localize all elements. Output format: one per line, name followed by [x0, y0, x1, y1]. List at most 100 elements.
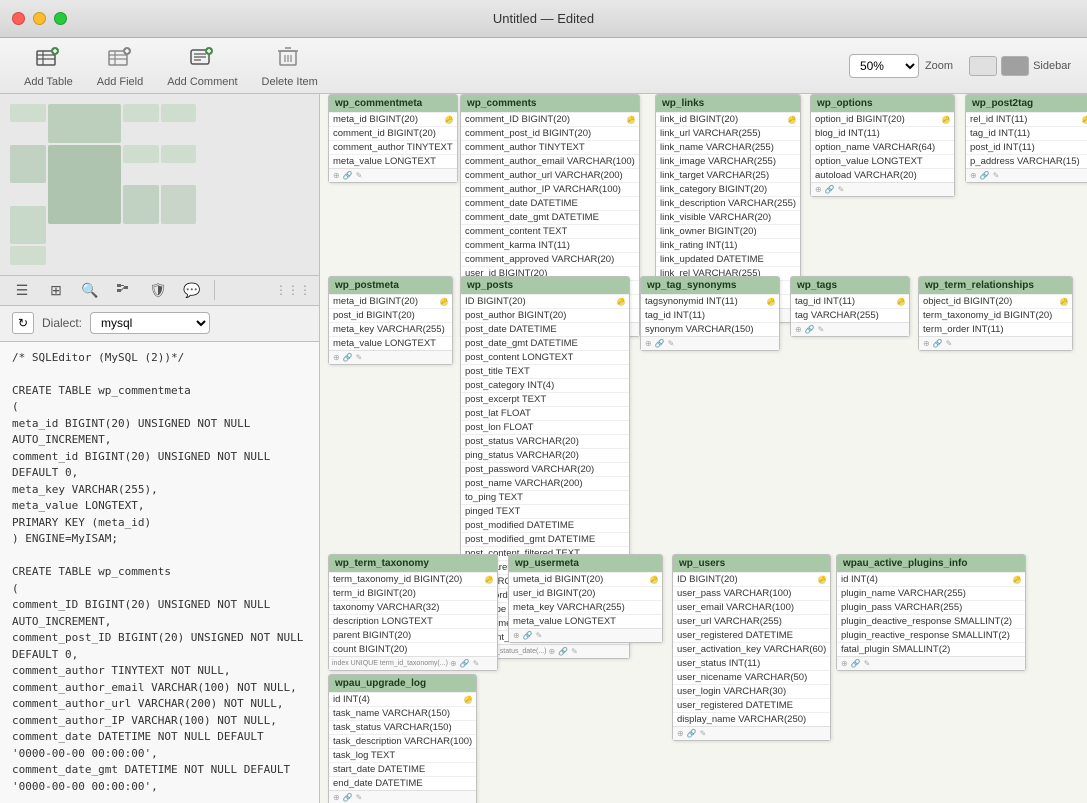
- table-row: post_date DATETIME: [461, 322, 629, 336]
- zoom-select[interactable]: 50% 75% 100%: [849, 54, 919, 78]
- table-row: link_name VARCHAR(255): [656, 140, 800, 154]
- zoom-label: Zoom: [925, 60, 953, 72]
- zoom-control: 50% 75% 100% Zoom: [849, 54, 953, 78]
- table-row: post_date_gmt DATETIME: [461, 336, 629, 350]
- table-wp-post2tag[interactable]: wp_post2tag rel_id INT(11)🔑 tag_id INT(1…: [965, 94, 1087, 183]
- table-row: post_category INT(4): [461, 378, 629, 392]
- table-row: user_activation_key VARCHAR(60): [673, 642, 830, 656]
- table-row: user_registered DATETIME: [673, 628, 830, 642]
- preview-table-10: [123, 185, 159, 224]
- delete-item-label: Delete Item: [262, 76, 318, 88]
- table-row: comment_approved VARCHAR(20): [461, 252, 639, 266]
- table-row: tag_id INT(11)🔑: [791, 294, 909, 308]
- table-row: end_date DATETIME: [329, 776, 476, 790]
- table-wpau-active-plugins-info[interactable]: wpau_active_plugins_info id INT(4)🔑 plug…: [836, 554, 1026, 671]
- add-table-label: Add Table: [24, 76, 73, 88]
- table-row: link_description VARCHAR(255): [656, 196, 800, 210]
- minimize-button[interactable]: [33, 12, 46, 25]
- add-field-label: Add Field: [97, 76, 143, 88]
- table-row: plugin_pass VARCHAR(255): [837, 600, 1025, 614]
- table-row: post_status VARCHAR(20): [461, 434, 629, 448]
- table-row: rel_id INT(11)🔑: [966, 112, 1087, 126]
- table-row: comment_post_id BIGINT(20): [461, 126, 639, 140]
- table-row: comment_date_gmt DATETIME: [461, 210, 639, 224]
- dialect-label: Dialect:: [42, 316, 82, 330]
- sidebar-toggle-left[interactable]: [969, 56, 997, 76]
- maximize-button[interactable]: [54, 12, 67, 25]
- add-table-icon: [34, 44, 62, 72]
- preview-table-12: [10, 246, 46, 264]
- main-content: ☰ ⊞ 🔍 🛡 💬 ⋮⋮⋮ ↻ Dialect:: [0, 94, 1087, 803]
- toolbar: Add Table Add Field: [0, 38, 1087, 94]
- table-row: umeta_id BIGINT(20)🔑: [509, 572, 662, 586]
- table-row: task_status VARCHAR(150): [329, 720, 476, 734]
- table-wp-users[interactable]: wp_users ID BIGINT(20)🔑 user_pass VARCHA…: [672, 554, 831, 741]
- table-header-wp-term-taxonomy: wp_term_taxonomy: [329, 555, 497, 572]
- preview-table-7: [123, 145, 159, 163]
- table-header-wp-users: wp_users: [673, 555, 830, 572]
- toolbar-right: 50% 75% 100% Zoom Sidebar: [849, 54, 1071, 78]
- table-header-wp-tag-synonyms: wp_tag_synonyms: [641, 277, 779, 294]
- table-row: user_status INT(11): [673, 656, 830, 670]
- table-row: start_date DATETIME: [329, 762, 476, 776]
- close-button[interactable]: [12, 12, 25, 25]
- add-field-icon: [106, 44, 134, 72]
- resize-handle[interactable]: ⋮⋮⋮: [275, 283, 311, 297]
- table-wp-term-relationships[interactable]: wp_term_relationships object_id BIGINT(2…: [918, 276, 1073, 351]
- sql-text: /* SQLEditor (MySQL (2))*/ CREATE TABLE …: [12, 350, 307, 796]
- table-row: user_registered DATETIME: [673, 698, 830, 712]
- table-footer: ⊕🔗✎: [811, 182, 954, 196]
- list-view-icon[interactable]: ☰: [8, 276, 36, 304]
- table-wp-tags[interactable]: wp_tags tag_id INT(11)🔑 tag VARCHAR(255)…: [790, 276, 910, 337]
- dialect-select[interactable]: mysql postgresql sqlite: [90, 312, 210, 334]
- preview-table-1: [10, 104, 46, 122]
- delete-item-icon: [276, 44, 304, 72]
- diagram-panel[interactable]: wp_commentmeta meta_id BIGINT(20)🔑 comme…: [320, 94, 1087, 803]
- table-row: task_description VARCHAR(100): [329, 734, 476, 748]
- table-row: comment_date DATETIME: [461, 196, 639, 210]
- add-table-button[interactable]: Add Table: [16, 40, 81, 92]
- table-row: post_lat FLOAT: [461, 406, 629, 420]
- sidebar-toggle-right[interactable]: [1001, 56, 1029, 76]
- table-wp-tag-synonyms[interactable]: wp_tag_synonyms tagsynonymid INT(11)🔑 ta…: [640, 276, 780, 351]
- shield-icon[interactable]: 🛡: [144, 276, 172, 304]
- table-wp-options[interactable]: wp_options option_id BIGINT(20)🔑 blog_id…: [810, 94, 955, 197]
- table-wp-postmeta[interactable]: wp_postmeta meta_id BIGINT(20)🔑 post_id …: [328, 276, 453, 365]
- titlebar-buttons: [12, 12, 67, 25]
- hierarchy-icon[interactable]: [110, 276, 138, 304]
- window-title: Untitled — Edited: [493, 11, 594, 26]
- table-row: link_category BIGINT(20): [656, 182, 800, 196]
- table-row: pinged TEXT: [461, 504, 629, 518]
- table-row: comment_karma INT(11): [461, 238, 639, 252]
- table-row: comment_author_url VARCHAR(200): [461, 168, 639, 182]
- table-row: fatal_plugin SMALLINT(2): [837, 642, 1025, 656]
- comment-icon[interactable]: 💬: [178, 276, 206, 304]
- search-icon[interactable]: 🔍: [76, 276, 104, 304]
- table-row: meta_value LONGTEXT: [329, 154, 457, 168]
- refresh-button[interactable]: ↻: [12, 312, 34, 334]
- table-row: task_name VARCHAR(150): [329, 706, 476, 720]
- table-footer: ⊕🔗✎: [673, 726, 830, 740]
- table-row: tag_id INT(11): [966, 126, 1087, 140]
- table-row: parent BIGINT(20): [329, 628, 497, 642]
- table-wp-term-taxonomy[interactable]: wp_term_taxonomy term_taxonomy_id BIGINT…: [328, 554, 498, 671]
- table-row: comment_author_email VARCHAR(100): [461, 154, 639, 168]
- table-row: link_rating INT(11): [656, 238, 800, 252]
- table-row: comment_author TINYTEXT: [329, 140, 457, 154]
- table-wp-commentmeta[interactable]: wp_commentmeta meta_id BIGINT(20)🔑 comme…: [328, 94, 458, 183]
- table-row: ID BIGINT(20)🔑: [673, 572, 830, 586]
- table-row: plugin_name VARCHAR(255): [837, 586, 1025, 600]
- table-row: to_ping TEXT: [461, 490, 629, 504]
- table-header-wpau-upgrade-log: wpau_upgrade_log: [329, 675, 476, 692]
- add-comment-button[interactable]: Add Comment: [159, 40, 245, 92]
- sql-content[interactable]: /* SQLEditor (MySQL (2))*/ CREATE TABLE …: [0, 342, 319, 803]
- table-wpau-upgrade-log[interactable]: wpau_upgrade_log id INT(4)🔑 task_name VA…: [328, 674, 477, 803]
- table-view-icon[interactable]: ⊞: [42, 276, 70, 304]
- delete-item-button[interactable]: Delete Item: [254, 40, 326, 92]
- diagram-preview[interactable]: [0, 94, 319, 276]
- table-wp-usermeta[interactable]: wp_usermeta umeta_id BIGINT(20)🔑 user_id…: [508, 554, 663, 643]
- table-header-wp-links: wp_links: [656, 95, 800, 112]
- add-field-button[interactable]: Add Field: [89, 40, 151, 92]
- table-header-wp-tags: wp_tags: [791, 277, 909, 294]
- table-row: user_id BIGINT(20): [509, 586, 662, 600]
